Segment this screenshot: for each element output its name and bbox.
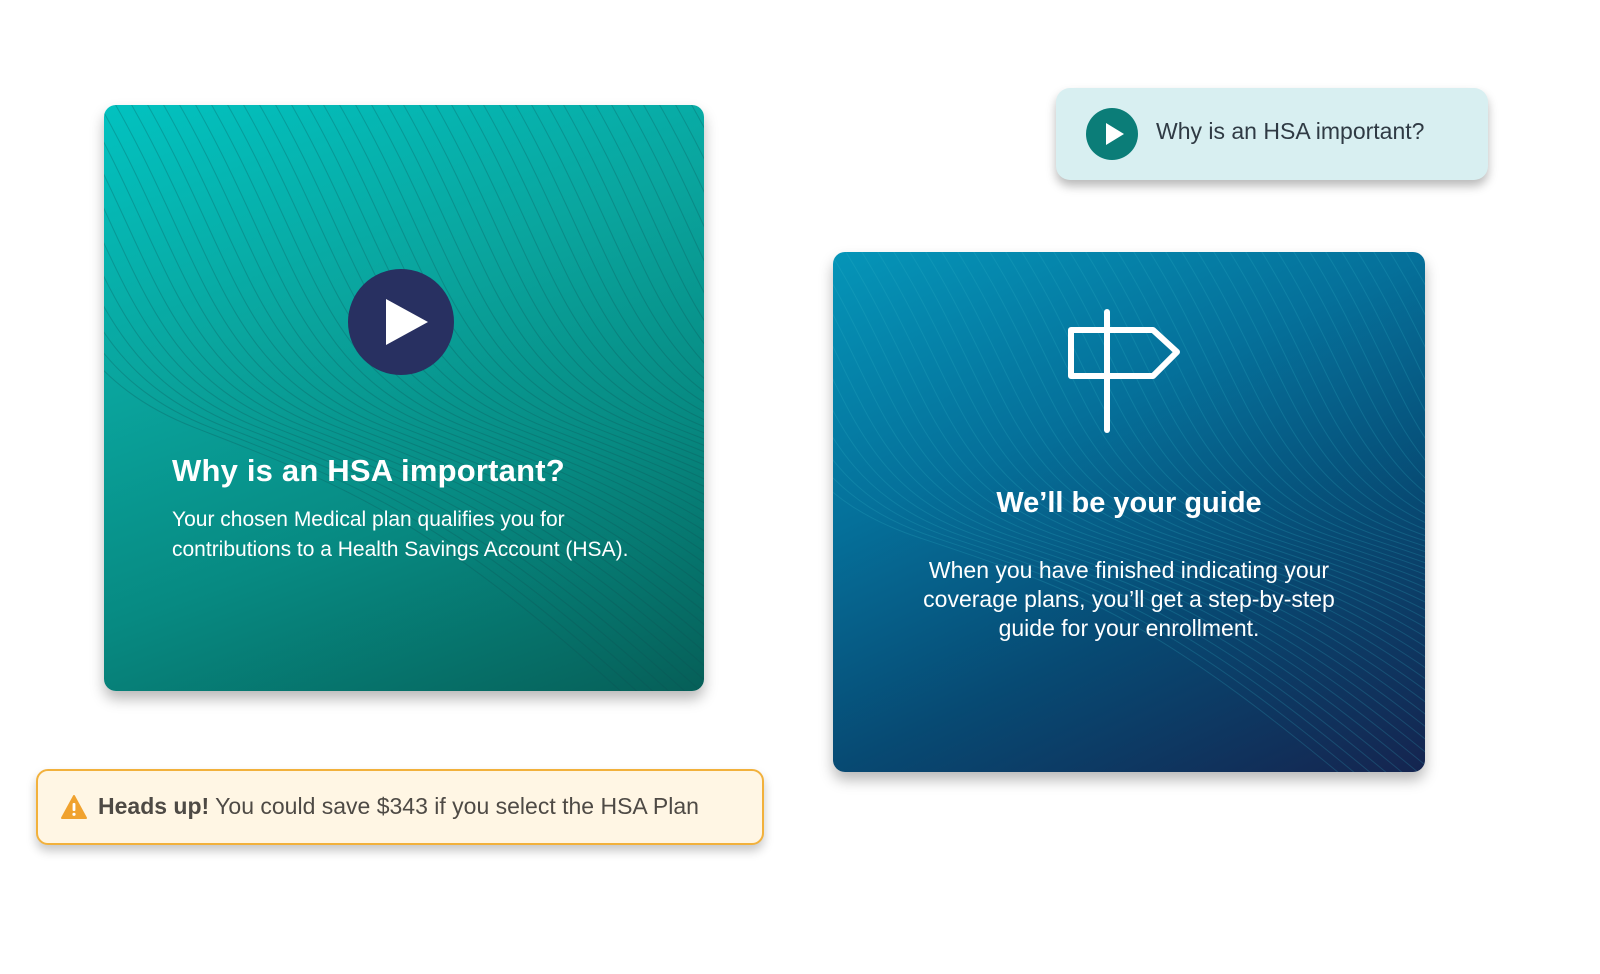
play-icon	[1086, 108, 1138, 160]
warning-icon	[61, 795, 87, 819]
canvas: Why is an HSA important? Your chosen Med…	[0, 0, 1600, 974]
card-description: When you have finished indicating your c…	[923, 557, 1335, 641]
signpost-icon	[1068, 309, 1180, 433]
hsa-video-card[interactable]: Why is an HSA important? Your chosen Med…	[104, 105, 704, 691]
wave-pattern	[104, 105, 704, 691]
video-link-label: Why is an HSA important?	[1156, 118, 1425, 144]
play-button[interactable]	[348, 269, 454, 375]
hsa-video-link[interactable]: Why is an HSA important?	[1056, 88, 1488, 180]
alert-text: Heads up! You could save $343 if you sel…	[98, 793, 699, 820]
savings-alert: Heads up! You could save $343 if you sel…	[36, 769, 764, 845]
card-title: Why is an HSA important?	[172, 453, 565, 488]
alert-message: You could save $343 if you select the HS…	[215, 793, 699, 819]
guide-card: We’ll be your guide When you have finish…	[833, 252, 1425, 772]
card-title: We’ll be your guide	[996, 487, 1262, 519]
card-description: Your chosen Medical plan qualifies you f…	[172, 508, 629, 561]
alert-heading: Heads up!	[98, 793, 210, 819]
play-icon	[386, 299, 428, 345]
